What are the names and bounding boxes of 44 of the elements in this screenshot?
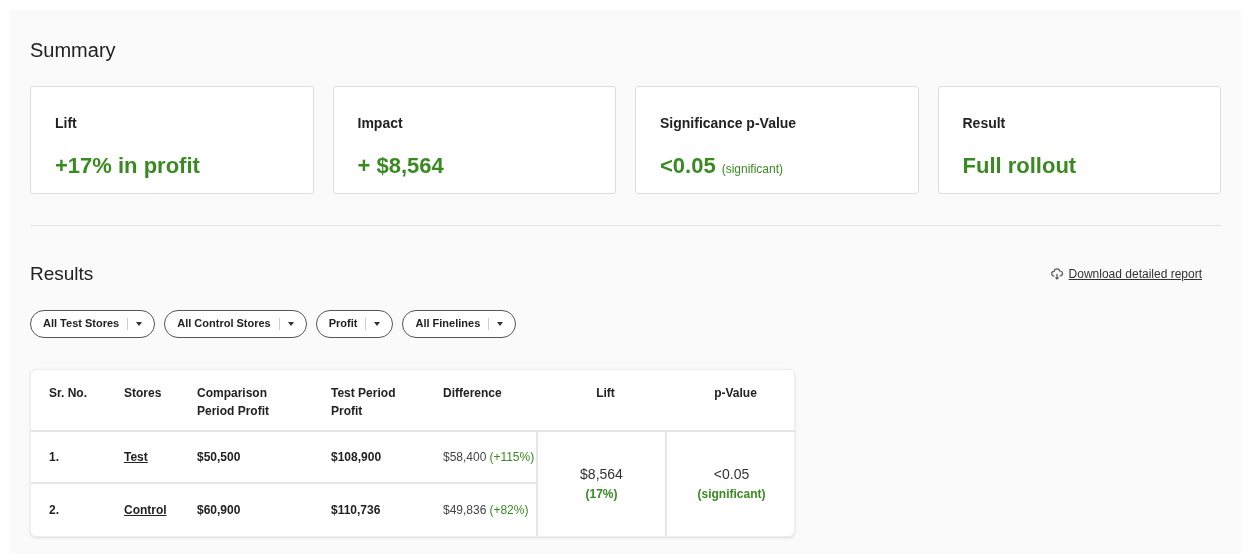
card-label: Lift bbox=[55, 114, 77, 133]
table-cell-text: 1. bbox=[49, 448, 59, 466]
card-label: Significance p-Value bbox=[660, 114, 797, 133]
lift-value: $8,564 bbox=[580, 465, 623, 484]
table-cell-text: 2. bbox=[49, 501, 59, 519]
download-link[interactable]: Download detailed report bbox=[1050, 265, 1202, 284]
caret-icon bbox=[287, 321, 294, 326]
table-cell-text: $58,400 bbox=[443, 448, 487, 466]
table-cell-text: $60,900 bbox=[197, 501, 241, 519]
card-value: <0.05 bbox=[660, 152, 716, 180]
card-label: Impact bbox=[357, 114, 403, 133]
change-percent: (+115%) bbox=[489, 448, 535, 466]
lift-value-note: (17%) bbox=[585, 486, 618, 503]
column-header: Test Period Profit bbox=[331, 385, 396, 418]
results-heading: Results bbox=[30, 262, 94, 286]
filter-dropdown[interactable]: Profit bbox=[315, 309, 394, 338]
column-header: Difference bbox=[443, 385, 502, 400]
caret-icon bbox=[136, 321, 143, 326]
change-percent: (+82%) bbox=[489, 501, 529, 519]
store-link[interactable]: Test bbox=[124, 447, 148, 466]
card-value: + $8,564 bbox=[357, 152, 444, 180]
column-header: Stores bbox=[124, 385, 162, 400]
cloud-download-icon bbox=[1050, 268, 1063, 281]
table-cell-text: $50,500 bbox=[197, 448, 241, 466]
p-value-note: (significant) bbox=[697, 486, 766, 503]
card-label: Result bbox=[962, 114, 1006, 133]
card-note: (significant) bbox=[721, 161, 784, 178]
card-value: +17% in profit bbox=[55, 152, 200, 180]
column-header: Sr. No. bbox=[49, 385, 87, 400]
filter-dropdown[interactable]: All Test Stores bbox=[30, 309, 156, 338]
table-cell-text: $49,836 bbox=[443, 501, 487, 519]
column-header: Comparison Period Profit bbox=[197, 385, 269, 418]
column-header: p-Value bbox=[714, 385, 757, 400]
filter-dropdown[interactable]: All Finelines bbox=[402, 309, 517, 338]
p-value: <0.05 bbox=[713, 465, 750, 484]
caret-icon bbox=[497, 321, 504, 326]
filter-dropdown[interactable]: All Control Stores bbox=[164, 309, 307, 338]
column-header: Lift bbox=[596, 385, 615, 400]
summary-heading: Summary bbox=[30, 38, 117, 62]
store-link[interactable]: Control bbox=[124, 500, 167, 519]
table-cell-text: $108,900 bbox=[331, 448, 382, 466]
card-value: Full rollout bbox=[962, 152, 1077, 180]
caret-icon bbox=[374, 321, 381, 326]
table-cell-text: $110,736 bbox=[331, 501, 381, 519]
